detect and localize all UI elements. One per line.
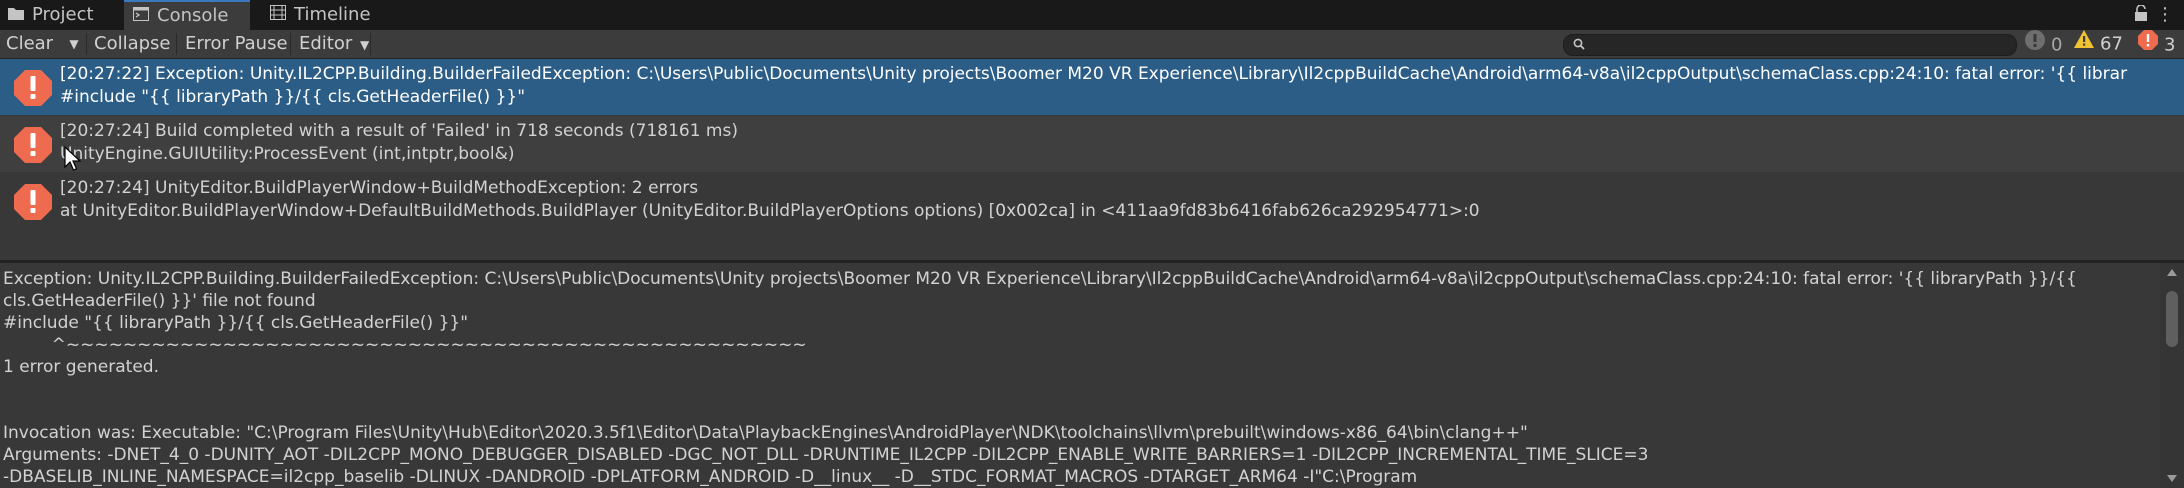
editor-dropdown-label: Editor — [299, 33, 353, 54]
scrollbar-thumb[interactable] — [2166, 291, 2178, 347]
divider — [290, 33, 291, 55]
window-tab-bar: Project Console Timeline ⋮ — [0, 0, 2184, 30]
chevron-down-icon: ▼ — [69, 37, 79, 51]
mouse-cursor-icon — [64, 145, 82, 177]
info-count: 0 — [2051, 34, 2063, 56]
error-pause-button[interactable]: Error Pause — [185, 30, 288, 58]
chevron-down-icon: ▼ — [360, 38, 370, 52]
error-count: 3 — [2164, 34, 2176, 56]
folder-icon — [8, 0, 24, 30]
editor-dropdown[interactable]: Editor ▼ — [299, 30, 369, 58]
tab-project[interactable]: Project — [8, 0, 94, 30]
divider — [176, 33, 177, 55]
log-list: [20:27:22] Exception: Unity.IL2CPP.Build… — [0, 59, 2184, 229]
collapse-button[interactable]: Collapse — [94, 30, 171, 58]
error-icon — [13, 183, 53, 226]
divider — [86, 33, 87, 55]
scroll-up-icon[interactable] — [2167, 269, 2177, 276]
timeline-icon — [270, 0, 286, 30]
warning-count: 67 — [2100, 33, 2123, 55]
warning-icon — [2073, 29, 2095, 58]
search-icon — [1573, 37, 1587, 57]
divider — [370, 33, 371, 55]
tab-console[interactable]: Console — [124, 0, 250, 30]
search-input[interactable] — [1590, 36, 2004, 55]
log-message: [20:27:22] Exception: Unity.IL2CPP.Build… — [60, 64, 2128, 84]
clear-button[interactable]: Clear — [6, 30, 53, 58]
scroll-down-icon[interactable] — [2167, 475, 2177, 482]
info-count-toggle[interactable]: 0 — [2024, 30, 2062, 58]
error-count-toggle[interactable]: 3 — [2137, 30, 2175, 58]
warning-count-toggle[interactable]: 67 — [2073, 30, 2123, 58]
tab-timeline-label: Timeline — [294, 4, 371, 25]
log-detail-pane: Exception: Unity.IL2CPP.Building.Builder… — [0, 263, 2184, 488]
console-icon — [133, 2, 149, 30]
error-icon — [13, 126, 53, 169]
error-icon — [13, 69, 53, 112]
vertical-scrollbar[interactable] — [2160, 263, 2184, 488]
stack-trace-text: Exception: Unity.IL2CPP.Building.Builder… — [3, 269, 2077, 487]
log-detail: at UnityEditor.BuildPlayerWindow+Default… — [60, 201, 1480, 221]
error-icon — [2137, 29, 2159, 60]
more-options-icon[interactable]: ⋮ — [2156, 5, 2174, 25]
tab-timeline[interactable]: Timeline — [270, 0, 371, 30]
log-message: [20:27:24] UnityEditor.BuildPlayerWindow… — [60, 178, 699, 198]
lock-icon[interactable] — [2134, 4, 2148, 27]
log-message: [20:27:24] Build completed with a result… — [60, 121, 738, 141]
log-entry[interactable]: [20:27:24] UnityEditor.BuildPlayerWindow… — [0, 173, 2184, 229]
info-icon — [2024, 29, 2046, 60]
tab-console-label: Console — [157, 5, 229, 26]
search-field[interactable] — [1563, 34, 2017, 56]
console-toolbar: Clear ▼ Collapse Error Pause Editor ▼ 0 … — [0, 30, 2184, 59]
log-entry[interactable]: [20:27:24] Build completed with a result… — [0, 116, 2184, 172]
tab-project-label: Project — [32, 4, 94, 25]
log-detail: #include "{{ libraryPath }}/{{ cls.GetHe… — [60, 87, 526, 107]
log-detail: UnityEngine.GUIUtility:ProcessEvent (int… — [60, 144, 515, 164]
log-entry[interactable]: [20:27:22] Exception: Unity.IL2CPP.Build… — [0, 59, 2184, 115]
clear-options-dropdown[interactable]: ▼ — [64, 30, 84, 58]
